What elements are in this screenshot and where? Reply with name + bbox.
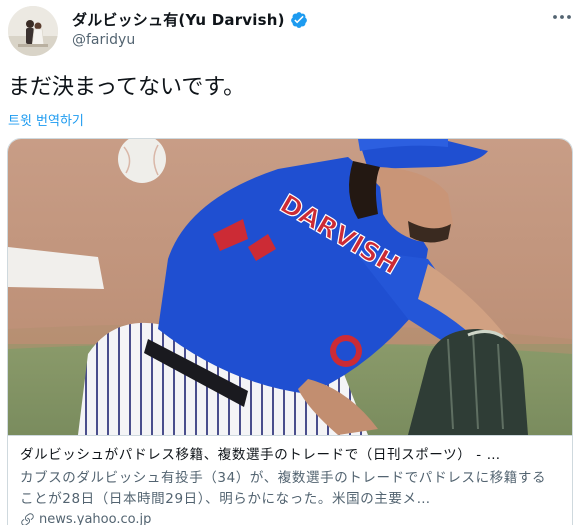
- link-icon: [21, 513, 34, 525]
- card-image: DARVISH: [8, 139, 572, 435]
- more-options-button[interactable]: [551, 8, 573, 26]
- tweet-text: まだ決まってないです。: [8, 75, 246, 100]
- baseball-pitcher-photo: DARVISH: [8, 139, 572, 435]
- author-handle[interactable]: @faridyu: [72, 32, 135, 48]
- card-domain-row: news.yahoo.co.jp: [20, 512, 560, 525]
- link-preview-card[interactable]: DARVISH ダルビッシュがパドレス移籍、複数選手のトレードで（日刊スポーツ）…: [7, 138, 573, 525]
- avatar-image: [8, 6, 58, 56]
- ellipsis-horizontal-icon: [553, 15, 571, 19]
- card-meta: ダルビッシュがパドレス移籍、複数選手のトレードで（日刊スポーツ） - … カブス…: [8, 435, 572, 525]
- card-domain: news.yahoo.co.jp: [39, 512, 152, 525]
- author-display-name[interactable]: ダルビッシュ有(Yu Darvish): [72, 9, 285, 30]
- author-name-row: ダルビッシュ有(Yu Darvish): [72, 9, 308, 30]
- avatar[interactable]: [8, 6, 58, 56]
- card-title[interactable]: ダルビッシュがパドレス移籍、複数選手のトレードで（日刊スポーツ） - …: [20, 445, 560, 465]
- verified-badge-icon: [290, 11, 308, 29]
- tweet: ダルビッシュ有(Yu Darvish) @faridyu まだ決まってないです。…: [0, 0, 587, 525]
- translate-tweet-link[interactable]: 트윗 번역하기: [8, 110, 84, 129]
- card-description: カブスのダルビッシュ有投手（34）が、複数選手のトレードでパドレスに移籍すること…: [20, 470, 547, 507]
